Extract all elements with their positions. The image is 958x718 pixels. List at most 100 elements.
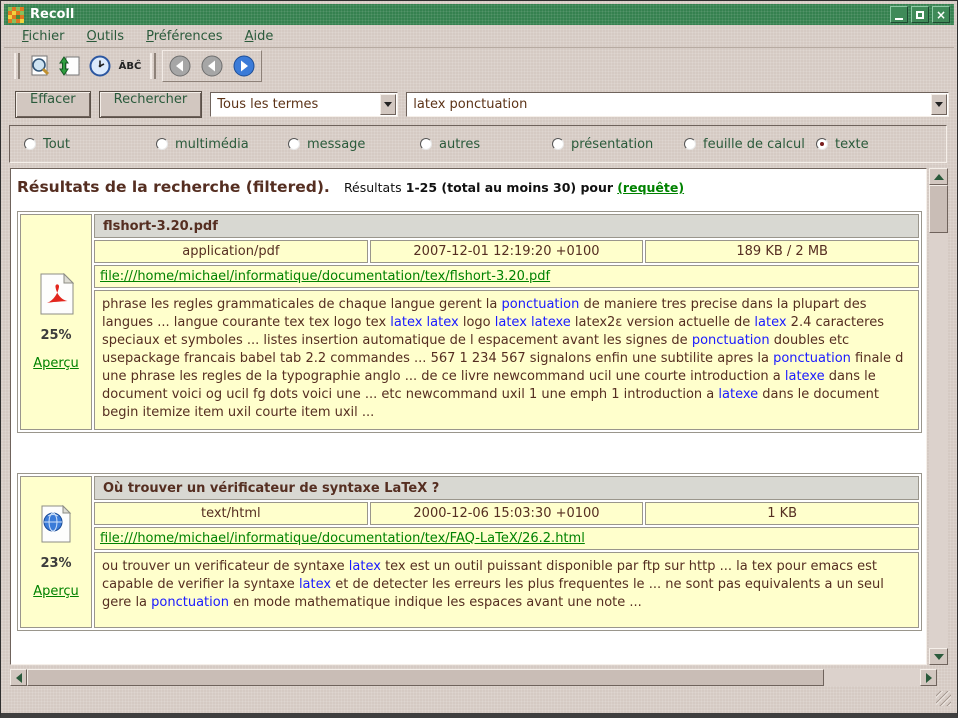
toolbar-grip[interactable] bbox=[14, 53, 20, 79]
maximize-button[interactable] bbox=[911, 6, 929, 23]
window-title: Recoll bbox=[30, 7, 74, 22]
preview-link[interactable]: Aperçu bbox=[33, 356, 79, 371]
menubar: Fichier Outils Préférences Aide bbox=[4, 25, 954, 48]
chevron-down-icon[interactable] bbox=[380, 94, 396, 115]
close-button[interactable]: × bbox=[932, 6, 950, 23]
result-date: 2007-12-01 12:19:20 +0100 bbox=[370, 240, 644, 263]
history-clock-icon bbox=[88, 54, 112, 78]
result-item: 23% Aperçu Où trouver un vérificateur de… bbox=[17, 473, 922, 631]
filter-radio-feuille-de-calcul[interactable]: feuille de calcul bbox=[684, 137, 816, 152]
vertical-scrollbar bbox=[929, 168, 948, 665]
nav-button-group bbox=[162, 50, 262, 82]
search-mode-combobox[interactable]: Tous les termes bbox=[210, 92, 398, 117]
toolbar-grip[interactable] bbox=[150, 53, 156, 79]
radio-icon bbox=[684, 138, 696, 150]
query-combobox bbox=[406, 92, 949, 117]
radio-icon bbox=[288, 138, 300, 150]
radio-icon bbox=[420, 138, 432, 150]
minimize-button[interactable] bbox=[890, 6, 908, 23]
scroll-left-button[interactable] bbox=[10, 669, 27, 686]
document-preview-icon bbox=[28, 54, 52, 78]
result-main-column: Où trouver un vérificateur de syntaxe La… bbox=[94, 476, 919, 628]
search-mode-value: Tous les termes bbox=[211, 97, 380, 112]
vertical-scrollbar-thumb[interactable] bbox=[929, 185, 948, 233]
term-explorer-button[interactable]: ÂBĈ bbox=[116, 52, 144, 80]
titlebar[interactable]: Recoll × bbox=[4, 4, 954, 25]
search-button[interactable]: Rechercher bbox=[99, 91, 203, 118]
pdf-file-icon[interactable] bbox=[38, 273, 74, 315]
search-row: Effacer Rechercher Tous les termes bbox=[4, 86, 954, 122]
filter-radio-autres[interactable]: autres bbox=[420, 137, 552, 152]
result-item: 25% Aperçu flshort-3.20.pdf application/… bbox=[17, 211, 922, 433]
preview-link[interactable]: Aperçu bbox=[33, 584, 79, 599]
filter-radio-texte[interactable]: texte bbox=[816, 137, 869, 152]
result-snippet: ou trouver un verificateur de syntaxe la… bbox=[94, 552, 919, 628]
arrow-up-icon bbox=[934, 169, 944, 180]
results-gap bbox=[11, 433, 926, 473]
result-size: 189 KB / 2 MB bbox=[645, 240, 919, 263]
result-url-link[interactable]: file:///home/michael/informatique/docume… bbox=[100, 531, 585, 546]
scroll-right-button[interactable] bbox=[920, 669, 937, 686]
results-count-range: 1-25 (total au moins 30) pour bbox=[406, 180, 613, 195]
result-url-row: file:///home/michael/informatique/docume… bbox=[94, 265, 919, 288]
horizontal-scrollbar-trough[interactable] bbox=[824, 669, 920, 686]
nav-first-icon bbox=[169, 55, 191, 77]
result-title: Où trouver un vérificateur de syntaxe La… bbox=[94, 476, 919, 500]
relevance-percent: 25% bbox=[40, 328, 71, 343]
nav-forward-button[interactable] bbox=[230, 52, 258, 80]
result-main-column: flshort-3.20.pdf application/pdf 2007-12… bbox=[94, 214, 919, 430]
result-url-link[interactable]: file:///home/michael/informatique/docume… bbox=[100, 269, 550, 284]
nav-back-icon bbox=[201, 55, 223, 77]
sort-document-icon bbox=[58, 54, 82, 78]
horizontal-scrollbar-thumb[interactable] bbox=[27, 669, 824, 686]
menu-aide[interactable]: Aide bbox=[235, 27, 284, 46]
radio-icon bbox=[552, 138, 564, 150]
arrow-left-icon bbox=[11, 673, 22, 683]
results-header: Résultats de la recherche (filtered). Ré… bbox=[17, 178, 920, 196]
arrow-right-icon bbox=[926, 673, 937, 683]
filter-radio-presentation[interactable]: présentation bbox=[552, 137, 684, 152]
filter-radio-tout[interactable]: Tout bbox=[24, 137, 156, 152]
scroll-up-button[interactable] bbox=[929, 168, 948, 185]
nav-first-button[interactable] bbox=[166, 52, 194, 80]
relevance-percent: 23% bbox=[40, 556, 71, 571]
history-clock-button[interactable] bbox=[86, 52, 114, 80]
horizontal-scrollbar bbox=[10, 669, 937, 686]
result-meta-row: text/html 2000-12-06 15:03:30 +0100 1 KB bbox=[94, 502, 919, 525]
term-explorer-icon: ÂBĈ bbox=[119, 61, 142, 72]
nav-back-button[interactable] bbox=[198, 52, 226, 80]
result-url-row: file:///home/michael/informatique/docume… bbox=[94, 527, 919, 550]
result-side-panel: 25% Aperçu bbox=[20, 214, 92, 430]
menu-preferences[interactable]: Préférences bbox=[136, 27, 232, 46]
result-meta-row: application/pdf 2007-12-01 12:19:20 +010… bbox=[94, 240, 919, 263]
result-date: 2000-12-06 15:03:30 +0100 bbox=[370, 502, 644, 525]
nav-forward-icon bbox=[233, 55, 255, 77]
filter-radio-message[interactable]: message bbox=[288, 137, 420, 152]
radio-icon bbox=[24, 138, 36, 150]
arrow-down-icon bbox=[934, 654, 944, 665]
document-preview-button[interactable] bbox=[26, 52, 54, 80]
recoll-window: Recoll × Fichier Outils Préférences Aide bbox=[0, 0, 958, 718]
toolbar: ÂBĈ bbox=[4, 49, 954, 83]
scroll-down-button[interactable] bbox=[929, 648, 948, 665]
radio-icon bbox=[156, 138, 168, 150]
resize-grip[interactable] bbox=[936, 691, 951, 706]
maximize-icon bbox=[916, 11, 924, 19]
result-title: flshort-3.20.pdf bbox=[94, 214, 919, 238]
menu-outils[interactable]: Outils bbox=[77, 27, 135, 46]
menu-fichier[interactable]: Fichier bbox=[12, 27, 75, 46]
search-input[interactable] bbox=[407, 93, 931, 116]
chevron-down-icon[interactable] bbox=[931, 94, 947, 115]
html-file-icon[interactable] bbox=[40, 505, 72, 543]
filter-radio-multimedia[interactable]: multimédia bbox=[156, 137, 288, 152]
result-snippet: phrase les regles grammaticales de chaqu… bbox=[94, 290, 919, 430]
result-mime: application/pdf bbox=[94, 240, 368, 263]
result-mime: text/html bbox=[94, 502, 368, 525]
query-link[interactable]: (requête) bbox=[617, 180, 684, 195]
clear-button[interactable]: Effacer bbox=[15, 91, 91, 118]
minimize-icon bbox=[895, 18, 903, 20]
radio-icon bbox=[816, 138, 828, 150]
results-title: Résultats de la recherche (filtered). bbox=[17, 178, 330, 196]
vertical-scrollbar-trough[interactable] bbox=[929, 233, 948, 648]
sort-document-button[interactable] bbox=[56, 52, 84, 80]
